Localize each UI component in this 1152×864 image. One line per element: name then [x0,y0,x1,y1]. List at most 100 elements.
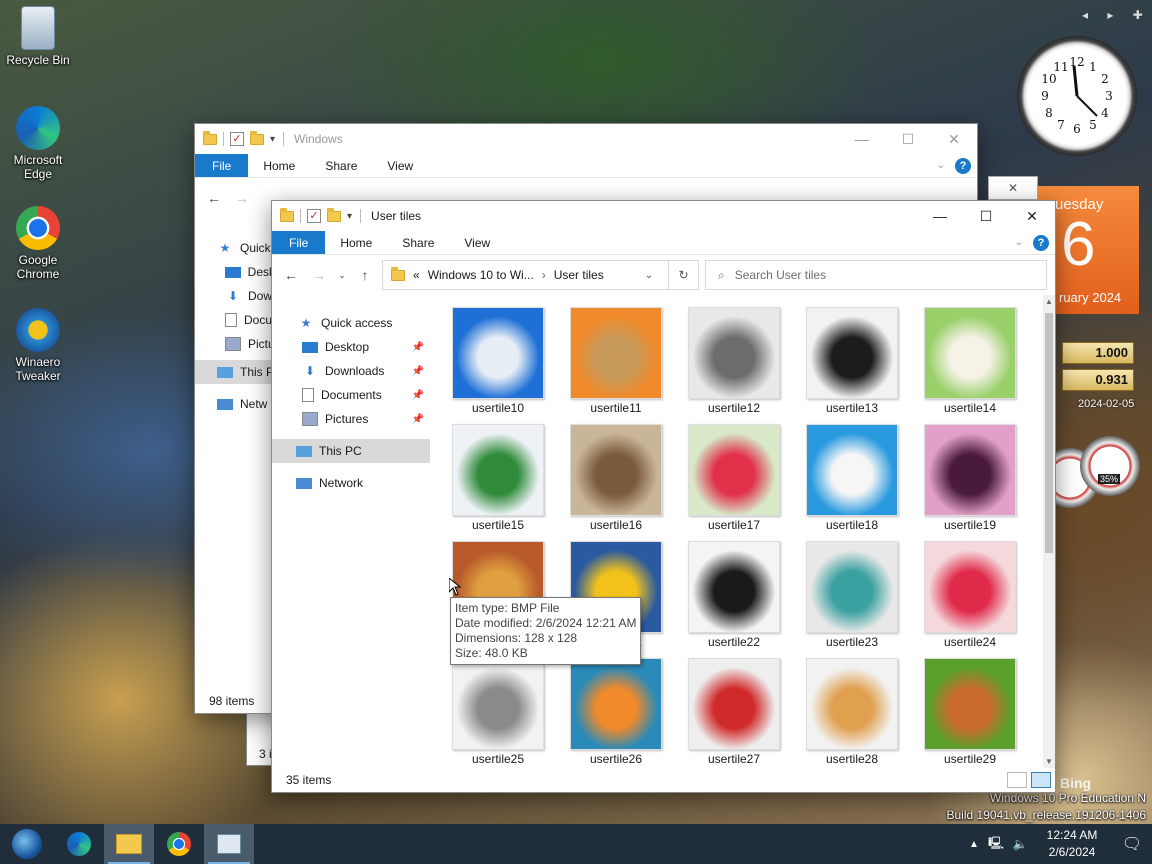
desktop-icon-recycle-bin[interactable]: Recycle Bin [4,6,72,67]
close-button[interactable]: ✕ [1009,201,1055,231]
volume-icon[interactable]: 🔈 [1008,837,1032,851]
nav-this-pc[interactable]: This P [195,360,275,384]
nav-network[interactable]: Network [272,471,430,495]
large-icons-view-icon[interactable] [1031,772,1051,788]
tab-view[interactable]: View [372,154,428,177]
gadget-arrows[interactable]: ◂ ▸ ✚ [1082,8,1151,22]
recent-locations-icon[interactable]: ⌄ [336,270,348,281]
forward-button[interactable]: → [231,190,253,206]
desktop-icon-edge[interactable]: Microsoft Edge [4,106,72,181]
back-button[interactable]: ← [203,190,225,206]
file-tile[interactable]: usertile23 [806,541,898,651]
forward-button[interactable]: → [308,267,330,283]
file-tile[interactable]: usertile28 [806,658,898,768]
pin-icon[interactable]: 📌 [412,366,424,377]
search-box[interactable]: ⌕ Search User tiles [705,260,1047,290]
minimize-button[interactable]: — [917,201,963,231]
taskbar-edge[interactable] [54,824,104,864]
pin-icon[interactable]: 📌 [412,414,424,425]
tab-file[interactable]: File [195,154,249,177]
network-tray-icon[interactable]: 🖳 [984,834,1008,855]
nav-downloads[interactable]: ⬇ Dow [195,284,275,308]
action-center-icon[interactable]: 🗨 [1112,834,1152,854]
address-bar[interactable]: « Windows 10 to Wi... › User tiles ⌄ ↻ [382,260,699,290]
explorer-window-user-tiles[interactable]: ✓ ▾ User tiles — ☐ ✕ File Home Share Vie… [271,200,1056,793]
tab-share[interactable]: Share [310,154,372,177]
nav-quick-access[interactable]: ★ Quick [195,236,275,260]
nav-quick-access[interactable]: ★ Quick access [272,311,430,335]
nav-desktop[interactable]: Desktop 📌 [272,335,430,359]
new-folder-icon[interactable] [327,207,341,222]
quick-access-toolbar[interactable]: ✓ ▾ [203,130,275,146]
file-tile[interactable]: usertile17 [688,424,780,534]
file-tile[interactable]: usertile15 [452,424,544,534]
title-bar[interactable]: ✓ ▾ User tiles — ☐ ✕ [272,201,1055,231]
nav-desktop[interactable]: Desk [195,260,275,284]
tab-share[interactable]: Share [387,231,449,254]
file-tile[interactable]: usertile24 [924,541,1016,651]
title-bar[interactable]: ✓ ▾ Windows — ☐ ✕ [195,124,977,154]
nav-pictures[interactable]: Pictu [195,332,275,356]
file-tile[interactable]: usertile12 [688,307,780,417]
file-tile[interactable]: usertile26 [570,658,662,768]
address-dropdown-icon[interactable]: ⌄ [638,270,660,281]
desktop-icon-winaero[interactable]: Winaero Tweaker [4,308,72,383]
scrollbar-thumb[interactable] [1045,313,1053,553]
expand-ribbon-icon[interactable]: ⌄ [1015,237,1023,248]
file-tile[interactable]: usertile10 [452,307,544,417]
nav-network[interactable]: Netw [195,392,275,416]
breadcrumb-current[interactable]: User tiles [554,268,604,282]
new-folder-icon[interactable] [250,130,264,145]
tab-home[interactable]: Home [325,231,387,254]
file-tile[interactable]: usertile18 [806,424,898,534]
back-button[interactable]: ← [280,267,302,283]
customize-qat-icon[interactable]: ▾ [347,211,352,222]
file-tile[interactable]: usertile13 [806,307,898,417]
scroll-down-icon[interactable]: ▼ [1043,757,1055,766]
taskbar-app[interactable] [204,824,254,864]
file-tile[interactable]: usertile19 [924,424,1016,534]
nav-pictures[interactable]: Pictures 📌 [272,407,430,431]
pin-icon[interactable]: 📌 [412,390,424,401]
file-tile[interactable]: usertile27 [688,658,780,768]
nav-documents[interactable]: Docu [195,308,275,332]
refresh-button[interactable]: ↻ [668,261,698,289]
quick-access-toolbar[interactable]: ✓ ▾ [280,207,352,223]
up-button[interactable]: ↑ [354,267,376,283]
details-view-icon[interactable] [1007,772,1027,788]
nav-downloads[interactable]: ⬇ Downloads 📌 [272,359,430,383]
taskbar-clock[interactable]: 12:24 AM 2/6/2024 [1032,827,1112,861]
start-button[interactable] [0,824,54,864]
maximize-button[interactable]: ☐ [963,201,1009,231]
minimize-button[interactable]: — [839,124,885,154]
breadcrumb-parent[interactable]: Windows 10 to Wi... [428,268,534,282]
taskbar-chrome[interactable] [154,824,204,864]
desktop-icon-chrome[interactable]: Google Chrome [4,206,72,281]
close-button[interactable]: ✕ [988,176,1038,200]
file-tile[interactable]: usertile29 [924,658,1016,768]
properties-icon[interactable]: ✓ [230,132,244,146]
tab-view[interactable]: View [449,231,505,254]
show-hidden-icons-icon[interactable]: ▲ [964,839,984,850]
properties-icon[interactable]: ✓ [307,209,321,223]
maximize-button[interactable]: ☐ [885,124,931,154]
file-tile[interactable]: usertile11 [570,307,662,417]
nav-documents[interactable]: Documents 📌 [272,383,430,407]
vertical-scrollbar[interactable]: ▲ ▼ [1043,295,1055,768]
taskbar-file-explorer[interactable] [104,824,154,864]
customize-qat-icon[interactable]: ▾ [270,134,275,145]
pin-icon[interactable]: 📌 [412,342,424,353]
tab-home[interactable]: Home [248,154,310,177]
scroll-up-icon[interactable]: ▲ [1043,297,1055,306]
file-tile[interactable]: usertile25 [452,658,544,768]
help-icon[interactable]: ? [1033,234,1049,251]
file-tile[interactable]: usertile16 [570,424,662,534]
expand-ribbon-icon[interactable]: ⌄ [937,160,945,171]
address-overflow-icon[interactable]: « [413,268,420,282]
file-tile[interactable]: usertile22 [688,541,780,651]
file-tile[interactable]: usertile14 [924,307,1016,417]
help-icon[interactable]: ? [955,157,971,174]
nav-this-pc[interactable]: This PC [272,439,430,463]
tab-file[interactable]: File [272,231,326,254]
close-button[interactable]: ✕ [931,124,977,154]
